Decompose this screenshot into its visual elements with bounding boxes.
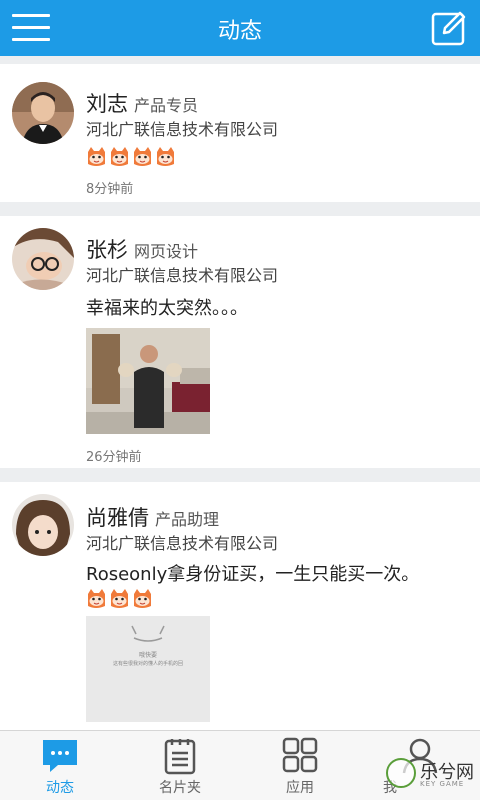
leaf-logo-icon [386,758,416,788]
feed-post[interactable]: 刘志 产品专员 河北广联信息技术有限公司 8分钟前 [0,64,480,202]
post-time: 8分钟前 [86,182,134,197]
post-author: 刘志 产品专员 [86,88,198,118]
top-bar: 动态 [0,0,480,56]
author-name: 刘志 [86,92,128,116]
cat-face-emoji-icon [88,147,105,166]
watermark-logo: 乐兮网 KEY GAME [386,756,480,792]
feed-post[interactable]: 张杉 网页设计 河北广联信息技术有限公司 幸福来的太突然。。。 26分钟前 [0,216,480,468]
tab-feed[interactable]: 动态 [0,731,120,800]
post-photo[interactable] [86,328,210,434]
cat-face-emoji-icon [157,147,174,166]
author-role: 产品专员 [134,96,199,115]
emoji-row [86,588,153,610]
feed-list[interactable]: 刘志 产品专员 河北广联信息技术有限公司 8分钟前 张杉 网页设计 河北广联信息技术… [0,64,480,730]
avatar[interactable] [12,228,74,290]
post-text: Roseonly拿身份证买，一生只能买一次。 [86,564,420,585]
author-name: 张杉 [86,238,128,262]
cat-face-emoji-icon [134,147,151,166]
tab-cards[interactable]: 名片夹 [120,731,240,800]
author-role: 产品助理 [155,510,220,529]
author-name: 尚雅倩 [86,506,149,530]
avatar[interactable] [12,494,74,556]
avatar[interactable] [12,82,74,144]
apps-grid-icon [282,737,318,773]
tab-label: 动态 [46,780,74,796]
image-caption: 哦快要 [138,652,157,659]
author-role: 网页设计 [134,242,199,261]
feed-post[interactable]: 尚雅倩 产品助理 河北广联信息技术有限公司 Roseonly拿身份证买，一生只能买… [0,482,480,730]
emoji-row [86,146,176,168]
cat-face-emoji-icon [88,589,105,608]
post-time: 26分钟前 [86,450,142,465]
image-caption: 这有些很我对的懂人的手机的回 [112,661,183,667]
author-company: 河北广联信息技术有限公司 [86,266,279,285]
cat-face-emoji-icon [134,589,151,608]
post-text: 幸福来的太突然。。。 [86,298,248,319]
compose-edit-icon[interactable] [430,9,468,47]
notepad-icon [164,739,196,775]
cat-face-emoji-icon [111,589,128,608]
post-photo[interactable]: 哦快要 这有些很我对的懂人的手机的回 [86,616,210,722]
watermark-subtext: KEY GAME [420,780,465,788]
page-title: 动态 [217,19,262,44]
tab-label: 名片夹 [159,780,201,796]
author-company: 河北广联信息技术有限公司 [86,120,279,139]
author-company: 河北广联信息技术有限公司 [86,534,279,553]
chat-bubble-icon [43,740,77,772]
cat-face-emoji-icon [111,147,128,166]
post-author: 尚雅倩 产品助理 [86,502,219,532]
post-author: 张杉 网页设计 [86,234,198,264]
